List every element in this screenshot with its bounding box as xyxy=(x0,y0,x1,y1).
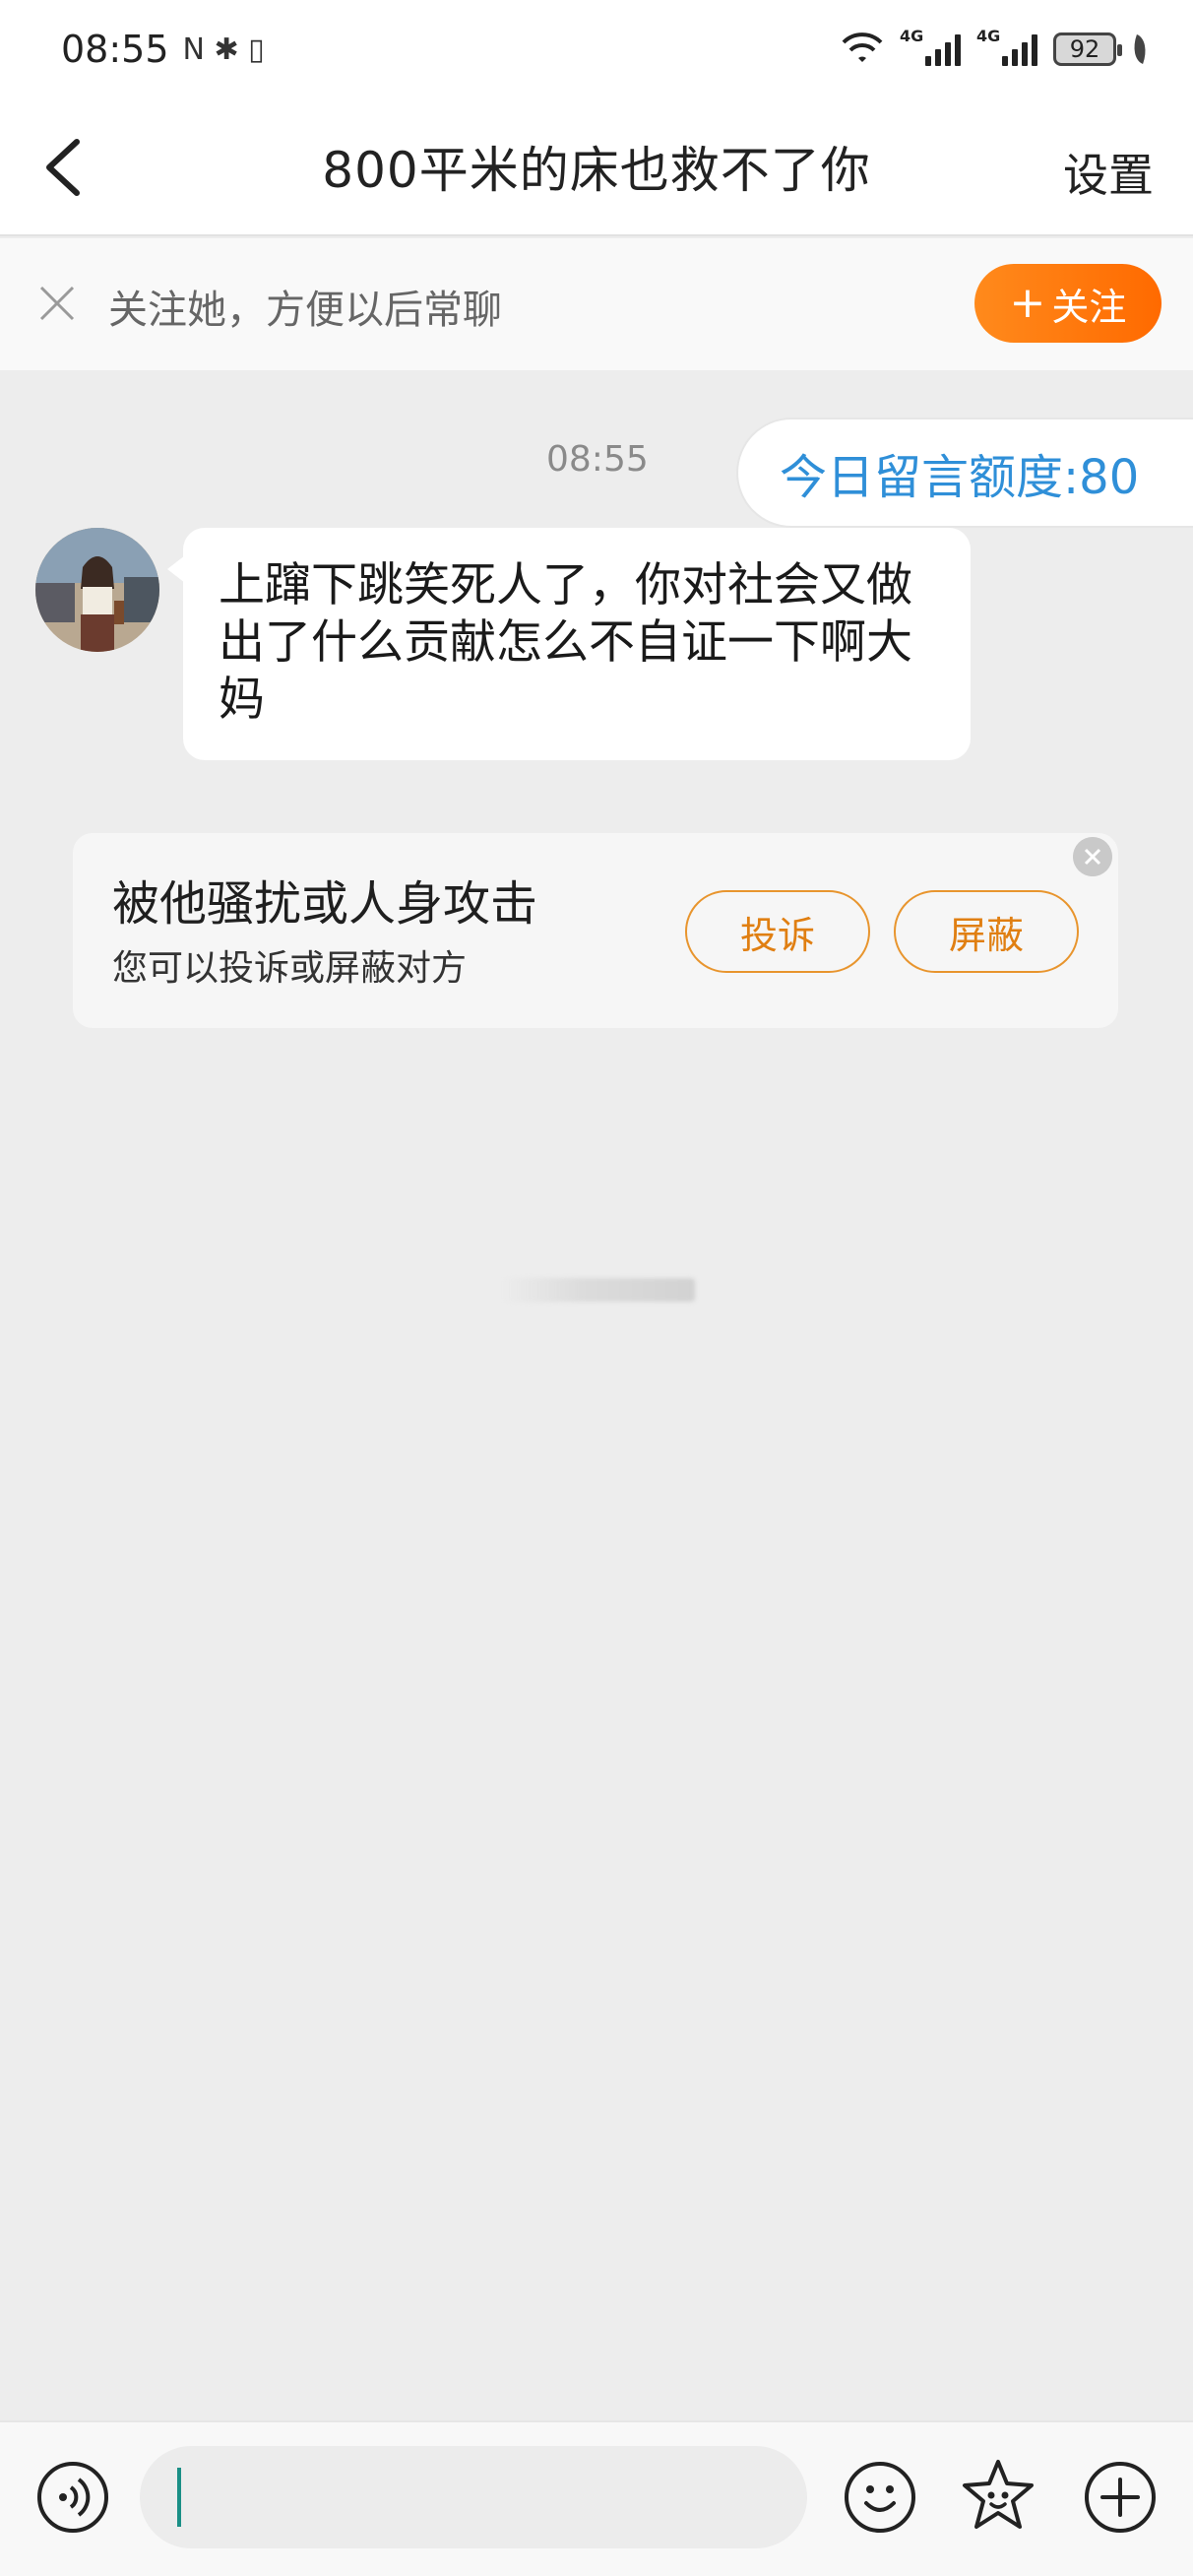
settings-button[interactable]: 设置 xyxy=(1063,140,1154,205)
message-input[interactable] xyxy=(140,2446,807,2548)
avatar-photo xyxy=(35,528,159,652)
sticker-star-icon[interactable] xyxy=(961,2458,1036,2533)
eco-leaf-icon xyxy=(1128,34,1152,64)
follow-prompt-text: 关注她，方便以后常聊 xyxy=(108,288,502,333)
system-icons: N ✱ ▯ xyxy=(182,32,265,67)
status-time: 08:55 xyxy=(61,28,169,71)
back-arrow-icon[interactable] xyxy=(39,136,98,199)
add-more-icon[interactable] xyxy=(1083,2460,1158,2535)
follow-button[interactable]: + 关注 xyxy=(974,264,1162,343)
received-message-bubble[interactable]: 上蹿下跳笑死人了，你对社会又做出了什么贡献怎么不自证一下啊大妈 xyxy=(167,528,971,760)
chat-title: 800平米的床也救不了你 xyxy=(322,142,871,199)
signal-sim2-icon: 4G xyxy=(976,27,1037,66)
plus-icon: + xyxy=(1009,278,1046,328)
battery-icon: 92 xyxy=(1053,32,1122,66)
status-left: 08:55 N ✱ ▯ xyxy=(61,28,265,71)
status-right: 4G 4G 92 xyxy=(841,27,1152,66)
close-icon[interactable] xyxy=(35,282,79,325)
emoji-icon[interactable] xyxy=(843,2460,917,2535)
wifi-icon xyxy=(842,32,883,62)
daily-quota-badge: 今日留言额度:80 xyxy=(736,418,1193,528)
input-bar xyxy=(0,2420,1193,2576)
text-cursor xyxy=(177,2468,181,2527)
status-bar: 08:55 N ✱ ▯ 4G 4G 92 xyxy=(0,0,1193,98)
avatar[interactable] xyxy=(35,528,159,652)
report-card-title: 被他骚扰或人身攻击 xyxy=(112,876,538,932)
message-timestamp: 08:55 xyxy=(546,439,649,480)
harassment-report-card: 被他骚扰或人身攻击 您可以投诉或屏蔽对方 投诉 屏蔽 xyxy=(73,833,1118,1028)
signal-sim1-icon: 4G xyxy=(900,27,961,66)
follow-button-label: 关注 xyxy=(1051,285,1127,329)
complain-button[interactable]: 投诉 xyxy=(685,890,870,973)
card-close-icon[interactable] xyxy=(1073,837,1112,876)
report-card-subtitle: 您可以投诉或屏蔽对方 xyxy=(112,948,468,989)
chat-header: 800平米的床也救不了你 设置 xyxy=(0,98,1193,236)
loading-placeholder xyxy=(502,1278,695,1302)
block-button[interactable]: 屏蔽 xyxy=(894,890,1079,973)
voice-icon[interactable] xyxy=(35,2460,110,2535)
